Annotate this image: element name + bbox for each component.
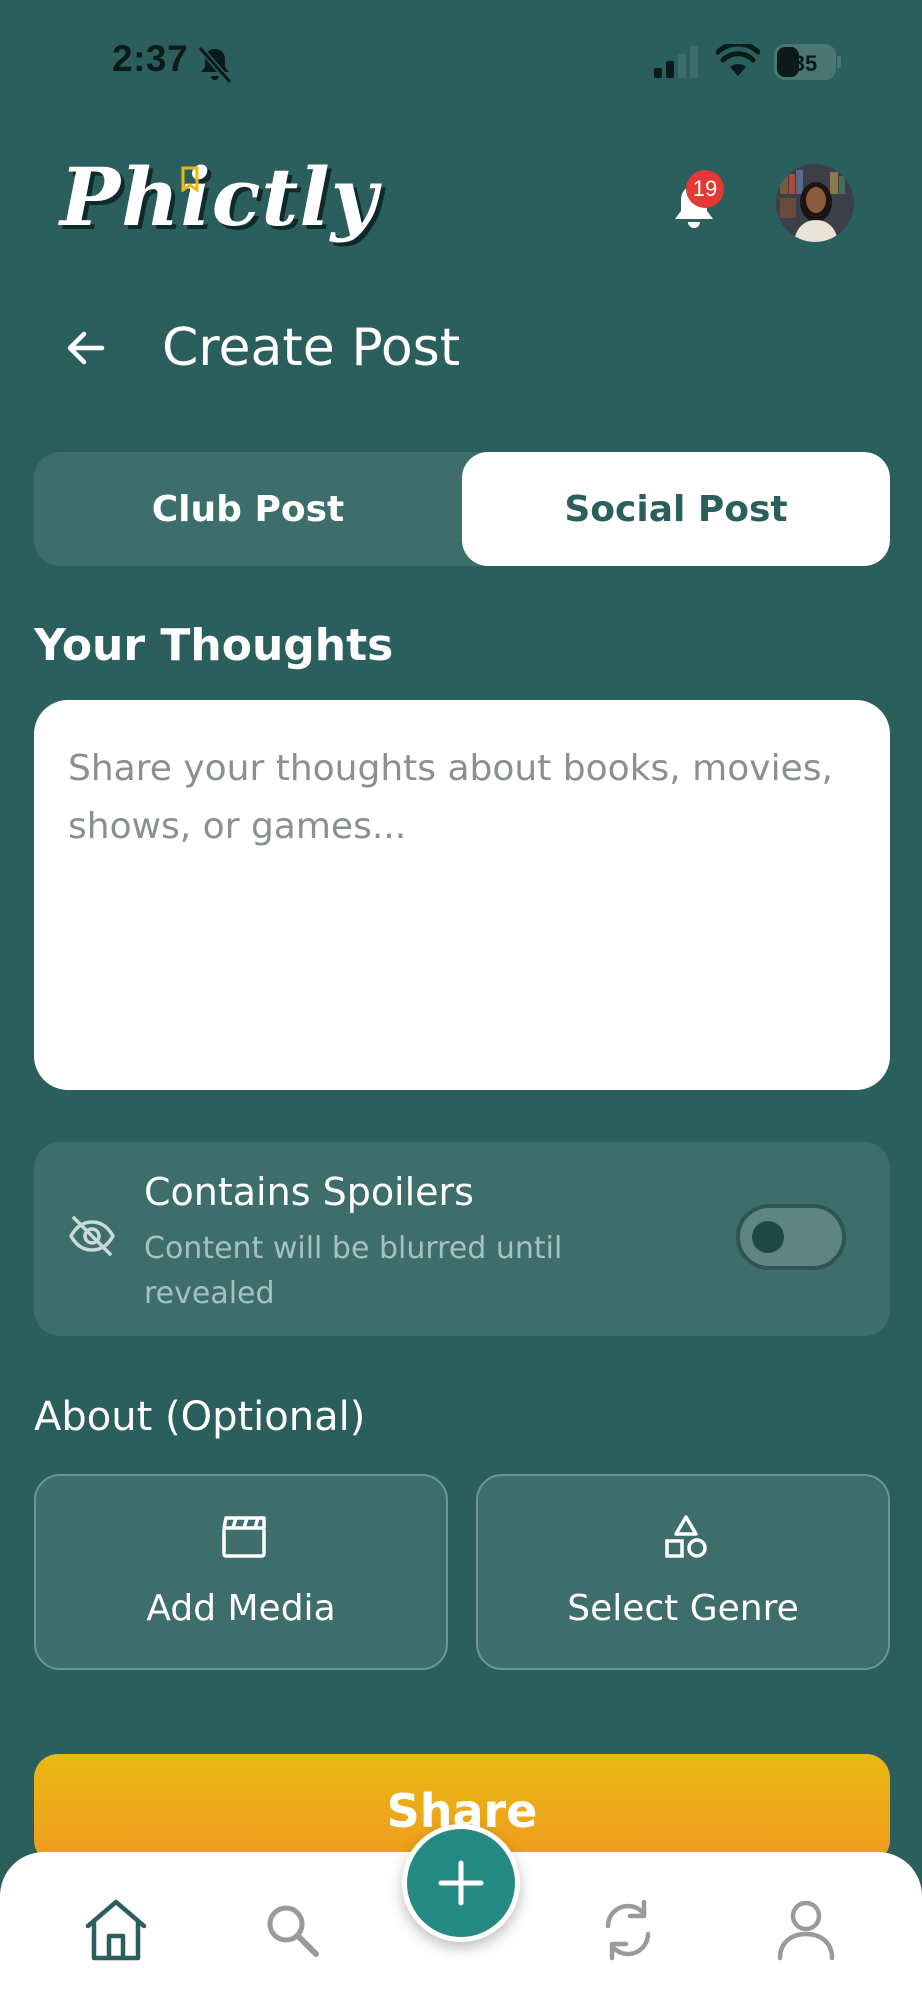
app-header: Phictly 19 [0,140,922,270]
post-type-toggle: Club Post Social Post [34,452,890,566]
toggle-knob [752,1221,784,1253]
spoiler-subtitle: Content will be blurred until revealed [144,1231,563,1311]
select-genre-label: Select Genre [567,1588,799,1629]
battery-icon: 35 [774,44,841,80]
title-row: Create Post [0,310,922,390]
add-media-label: Add Media [146,1588,336,1629]
bell-slash-icon [197,46,233,84]
page-title: Create Post [162,318,461,378]
thoughts-label: Your Thoughts [34,620,394,671]
create-post-fab[interactable] [402,1824,520,1942]
tab-social-post[interactable]: Social Post [462,452,890,566]
notification-badge: 19 [686,170,724,208]
spoiler-panel: Contains Spoilers Content will be blurre… [34,1142,890,1336]
spoiler-toggle[interactable] [736,1204,846,1270]
status-bar: 2:37 35 [0,0,922,125]
shapes-icon [665,1515,707,1558]
refresh-icon[interactable] [594,1896,662,1964]
wifi-icon [716,44,760,76]
profile-icon[interactable] [772,1896,840,1964]
home-icon[interactable] [82,1896,150,1964]
clapperboard-icon [222,1516,266,1558]
spoiler-title: Contains Spoilers [144,1170,474,1214]
eye-off-icon [69,1216,115,1256]
plus-icon [438,1860,484,1906]
about-label: About (Optional) [34,1394,366,1440]
bookmark-icon [181,166,199,192]
tab-club-post[interactable]: Club Post [34,452,462,566]
thoughts-input[interactable] [34,700,890,1090]
arrow-left-icon[interactable] [62,326,110,370]
select-genre-button[interactable]: Select Genre [476,1474,890,1670]
avatar[interactable] [776,164,854,242]
add-media-button[interactable]: Add Media [34,1474,448,1670]
battery-level: 35 [793,51,817,76]
status-time: 2:37 [112,38,189,79]
app-logo[interactable]: Phictly [60,150,378,244]
cellular-signal-icon [654,46,698,78]
search-icon[interactable] [258,1896,326,1964]
